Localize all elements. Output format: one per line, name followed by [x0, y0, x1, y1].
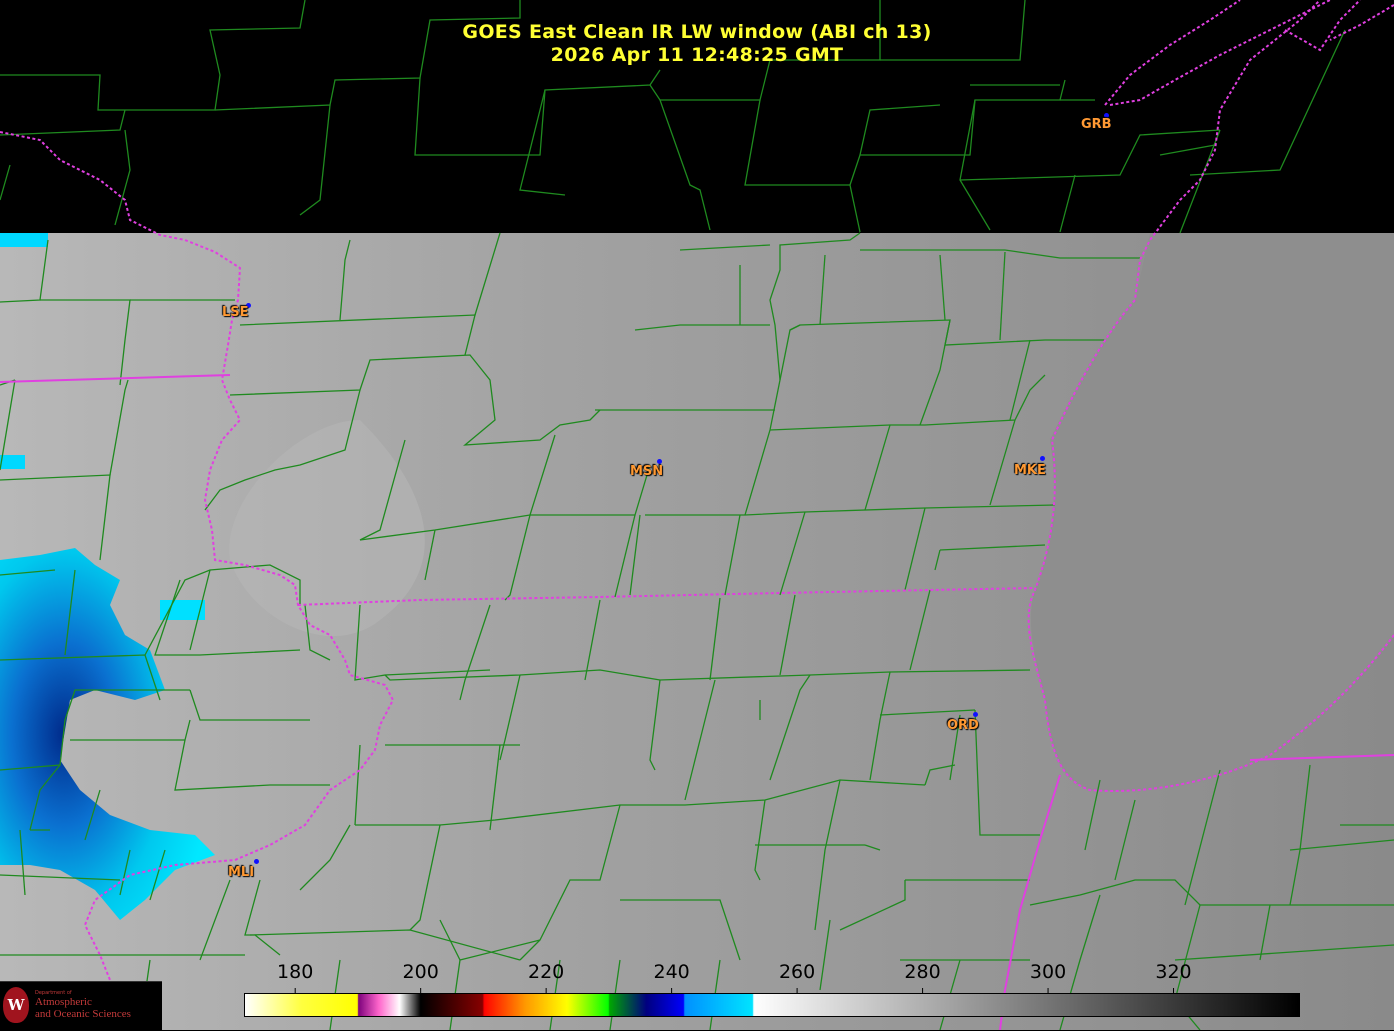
station-marker-mli [254, 859, 259, 864]
colorbar-tick-label: 180 [277, 961, 314, 983]
colorbar-tick-label: 200 [402, 961, 439, 983]
temperature-colorbar [244, 993, 1300, 1017]
cold-cloud-speck [0, 233, 48, 247]
logo-name-line2: and Oceanic Sciences [35, 1008, 131, 1020]
colorbar-tick-label: 260 [778, 961, 816, 983]
station-label-lse: LSE [222, 305, 249, 320]
station-marker-ord [973, 712, 978, 717]
aos-logo: W Department of Atmospheric and Oceanic … [0, 981, 162, 1031]
colorbar-tick-label: 220 [528, 961, 565, 983]
cold-cloud-speck [0, 455, 25, 469]
station-label-grb: GRB [1081, 117, 1112, 132]
colorbar-tick-label: 240 [653, 961, 690, 983]
colorbar-tick-label: 300 [1029, 961, 1067, 983]
station-marker-mke [1040, 456, 1045, 461]
colorbar-tick-label: 280 [904, 961, 941, 983]
logo-name-line1: Atmospheric [35, 996, 92, 1008]
uw-seal-icon: W [3, 987, 29, 1023]
station-label-ord: ORD [947, 718, 979, 733]
image-timestamp: 2026 Apr 11 12:48:25 GMT [550, 44, 844, 66]
colorbar-tick-label: 320 [1155, 961, 1192, 983]
station-label-mke: MKE [1014, 463, 1046, 478]
image-title: GOES East Clean IR LW window (ABI ch 13) [462, 21, 932, 43]
station-label-msn: MSN [630, 464, 664, 479]
station-label-mli: MLI [228, 865, 255, 880]
satellite-map [0, 0, 1394, 1030]
